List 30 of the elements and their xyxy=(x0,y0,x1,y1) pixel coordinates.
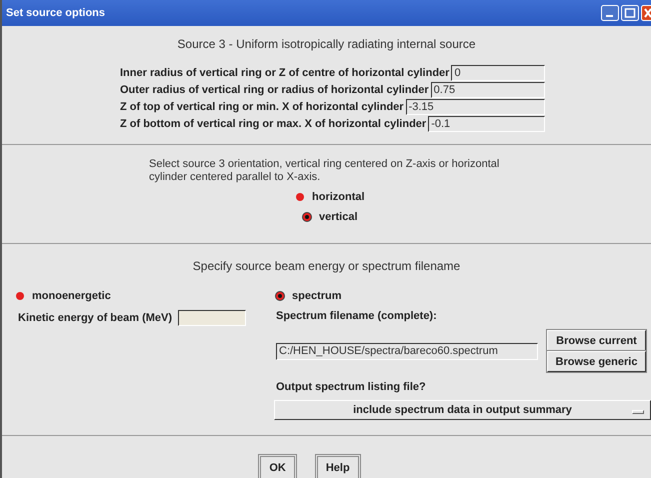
section-heading: Source 3 - Uniform isotropically radiating internal source xyxy=(176,37,477,51)
field-label: Spectrum filename (complete): xyxy=(276,310,438,322)
radio-option[interactable]: horizontal xyxy=(296,191,651,203)
browse-button[interactable]: Browse current xyxy=(547,330,646,351)
browse-button[interactable]: Browse generic xyxy=(547,351,646,372)
radio-option[interactable]: vertical xyxy=(303,211,651,223)
input-field[interactable]: -3.15 xyxy=(406,99,545,115)
minimize-icon[interactable] xyxy=(601,5,619,21)
dialog-button[interactable]: Help xyxy=(314,454,361,478)
field-label: Inner radius of vertical ring or Z of centre of horizontal cylinder xyxy=(120,67,450,79)
field-label: Output spectrum listing file? xyxy=(276,381,427,393)
input-field[interactable]: 0 xyxy=(451,65,545,81)
field-label: Z of top of vertical ring or min. X of horizontal cylinder xyxy=(120,101,405,113)
filename-field[interactable]: C:/HEN_HOUSE/spectra/bareco60.spectrum xyxy=(276,342,538,360)
radio-option[interactable]: monoenergetic xyxy=(16,290,260,302)
close-icon[interactable] xyxy=(641,5,651,21)
input-field[interactable]: -0.1 xyxy=(428,116,545,132)
section-heading: Specify source beam energy or spectrum filename xyxy=(192,259,462,273)
dialog-button[interactable]: OK xyxy=(258,454,297,478)
field-label: Z of bottom of vertical ring or max. X of horizontal cylinder xyxy=(120,118,428,130)
instruction-text: Select source 3 orientation, vertical ring centered on Z-axis or horizontal cylinder centered parallel to X-axis. xyxy=(149,158,500,184)
radio-option[interactable]: spectrum xyxy=(276,290,651,302)
input-field[interactable] xyxy=(178,310,246,326)
dropdown[interactable]: include spectrum data in output summary xyxy=(274,400,651,420)
field-label: Outer radius of vertical ring or radius of horizontal cylinder xyxy=(120,84,430,96)
field-label: Kinetic energy of beam (MeV) xyxy=(18,312,174,324)
window-title: Set source options xyxy=(6,7,106,19)
input-field[interactable]: 0.75 xyxy=(430,82,545,98)
maximize-icon[interactable] xyxy=(621,5,639,21)
dropdown-indicator-icon xyxy=(632,410,644,414)
